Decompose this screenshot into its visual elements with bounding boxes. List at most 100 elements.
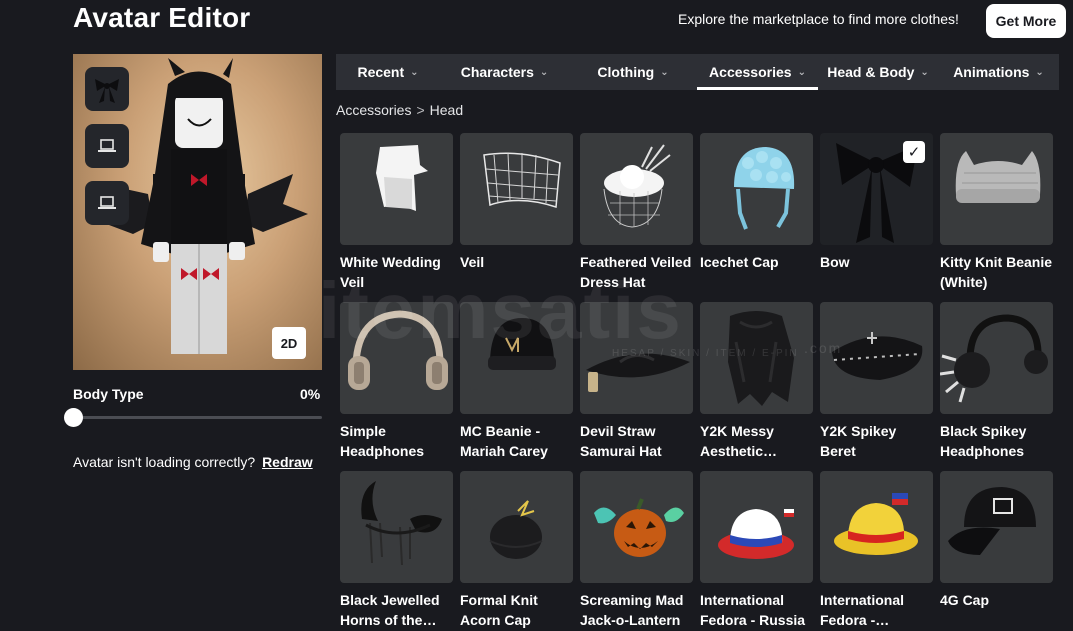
item-thumbnail	[340, 471, 453, 583]
tab-recent[interactable]: Recent ⌄	[336, 54, 440, 90]
breadcrumb-separator: >	[416, 102, 425, 118]
item-card[interactable]: Kitty Knit Beanie (White)	[940, 133, 1053, 302]
item-thumbnail	[460, 471, 573, 583]
item-card[interactable]: Feathered Veiled Dress Hat	[580, 133, 693, 302]
item-name: International Fedora -…	[820, 592, 905, 628]
item-thumbnail	[700, 471, 813, 583]
item-name: Kitty Knit Beanie (White)	[940, 254, 1053, 290]
spikey-headphones-icon	[940, 314, 1048, 403]
cap-icon	[948, 487, 1036, 555]
item-thumbnail	[580, 471, 693, 583]
bow-thumbnail-button[interactable]	[85, 67, 129, 111]
item-card[interactable]: ✓ Bow	[820, 133, 933, 302]
marketplace-promo-text: Explore the marketplace to find more clo…	[678, 11, 959, 27]
tab-label: Clothing	[597, 64, 655, 80]
item-thumbnail	[940, 302, 1053, 414]
item-card[interactable]: International Fedora - Russia	[700, 471, 813, 631]
item-thumbnail	[940, 133, 1053, 245]
item-name: Icechet Cap	[700, 254, 779, 270]
item-name: Veil	[460, 254, 485, 270]
tab-label: Recent	[357, 64, 405, 80]
page-title: Avatar Editor	[73, 2, 251, 33]
body-type-label: Body Type	[73, 386, 144, 402]
tab-accessories[interactable]: Accessories ⌄	[697, 54, 818, 90]
item-card[interactable]: Screaming Mad Jack-o-Lantern	[580, 471, 693, 631]
item-name: Formal Knit Acorn Cap	[460, 592, 538, 628]
item-card[interactable]: Black Spikey Headphones	[940, 302, 1053, 471]
item-thumbnail	[940, 471, 1053, 583]
ice-cap-icon	[734, 147, 795, 230]
spikey-beret-icon	[832, 332, 923, 380]
laptop-thumbnail-button-1[interactable]	[85, 124, 129, 168]
laptop-thumbnail-button-2[interactable]	[85, 181, 129, 225]
pumpkin-icon	[594, 498, 684, 557]
body-type-slider-thumb[interactable]	[64, 408, 83, 427]
acorn-cap-icon	[489, 500, 543, 559]
tab-characters[interactable]: Characters ⌄	[440, 54, 569, 90]
item-card[interactable]: Icechet Cap	[700, 133, 813, 302]
chevron-down-icon: ⌄	[410, 66, 419, 78]
item-thumbnail	[820, 471, 933, 583]
item-card[interactable]: Veil	[460, 133, 573, 302]
item-name: Screaming Mad Jack-o-Lantern	[580, 592, 684, 628]
tab-label: Animations	[953, 64, 1030, 80]
item-thumbnail	[340, 133, 453, 245]
item-name: Black Jewelled Horns of the…	[340, 592, 440, 628]
item-card[interactable]: White Wedding Veil	[340, 133, 453, 302]
item-name: MC Beanie - Mariah Carey	[460, 423, 548, 459]
breadcrumb: Accessories > Head	[336, 102, 463, 118]
item-thumbnail	[820, 302, 933, 414]
mesh-veil-icon	[483, 152, 561, 209]
item-card[interactable]: Formal Knit Acorn Cap	[460, 471, 573, 631]
item-name: Y2K Messy Aesthetic…	[700, 423, 778, 459]
item-thumbnail: ✓	[820, 133, 933, 245]
redraw-link[interactable]: Redraw	[262, 454, 313, 470]
item-card[interactable]: Simple Headphones	[340, 302, 453, 471]
item-card[interactable]: Y2K Spikey Beret	[820, 302, 933, 471]
watermark-subtitle: HESAP / SKIN / ITEM / E-PIN	[612, 348, 799, 359]
item-thumbnail	[460, 133, 573, 245]
fedora-russia-icon	[718, 509, 794, 559]
horns-icon	[361, 481, 442, 566]
item-card[interactable]: International Fedora -…	[820, 471, 933, 631]
breadcrumb-parent[interactable]: Accessories	[336, 102, 411, 118]
item-name: Feathered Veiled Dress Hat	[580, 254, 692, 290]
item-name: Black Spikey Headphones	[940, 423, 1027, 459]
body-type-slider[interactable]	[73, 416, 322, 419]
selected-check-icon: ✓	[903, 141, 925, 163]
tab-head-body[interactable]: Head & Body ⌄	[818, 54, 938, 90]
tab-label: Head & Body	[827, 64, 915, 80]
feathered-hat-icon	[603, 144, 671, 228]
item-card[interactable]: Black Jewelled Horns of the…	[340, 471, 453, 631]
headphones-icon	[348, 310, 448, 390]
item-grid: White Wedding Veil Veil Feathered Veiled…	[340, 133, 1056, 631]
tab-clothing[interactable]: Clothing ⌄	[569, 54, 697, 90]
tab-animations[interactable]: Animations ⌄	[938, 54, 1059, 90]
chevron-down-icon: ⌄	[1035, 66, 1044, 78]
item-card[interactable]: 4G Cap	[940, 471, 1053, 631]
item-card[interactable]: MC Beanie - Mariah Carey	[460, 302, 573, 471]
item-name: Bow	[820, 254, 850, 270]
laptop-icon	[98, 139, 116, 152]
redraw-message: Avatar isn't loading correctly?	[73, 454, 256, 470]
redraw-row: Avatar isn't loading correctly? Redraw	[73, 454, 313, 470]
chevron-down-icon: ⌄	[920, 66, 929, 78]
item-thumbnail	[340, 302, 453, 414]
get-more-button[interactable]: Get More	[986, 4, 1066, 38]
item-name: Simple Headphones	[340, 423, 425, 459]
bow-icon	[95, 79, 119, 103]
item-card[interactable]: Y2K Messy Aesthetic…	[700, 302, 813, 471]
item-card[interactable]: Devil Straw Samurai Hat	[580, 302, 693, 471]
avatar-preview: 2D	[73, 54, 322, 370]
item-thumbnail	[580, 133, 693, 245]
toggle-2d-button[interactable]: 2D	[272, 327, 306, 359]
item-name: 4G Cap	[940, 592, 990, 608]
item-thumbnail	[700, 133, 813, 245]
chevron-down-icon: ⌄	[660, 66, 669, 78]
item-name: Y2K Spikey Beret	[820, 423, 897, 459]
white-veil-icon	[376, 145, 428, 211]
watermark-domain: .com	[804, 340, 843, 356]
item-name: Devil Straw Samurai Hat	[580, 423, 662, 459]
category-tabs: Recent ⌄ Characters ⌄ Clothing ⌄ Accessorie…	[336, 54, 1059, 90]
tab-label: Characters	[460, 64, 534, 80]
